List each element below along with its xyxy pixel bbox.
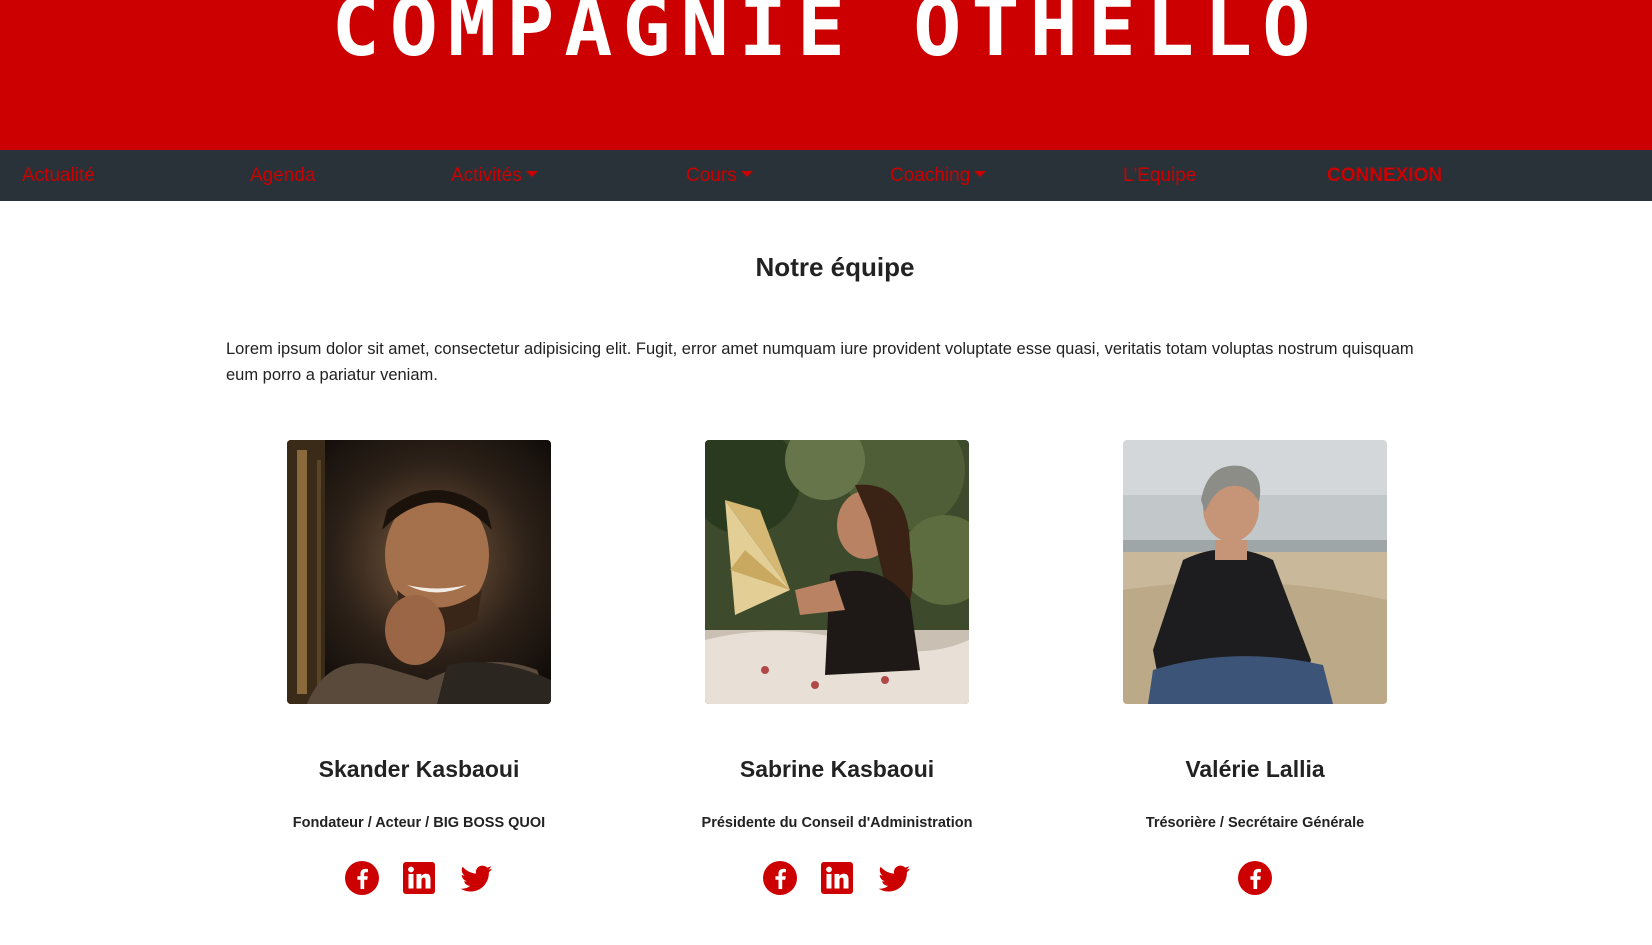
twitter-icon[interactable] [876, 860, 912, 896]
member-role: Fondateur / Acteur / BIG BOSS QUOI [292, 815, 546, 831]
member-name: Skander Kasbaoui [318, 756, 520, 782]
nav-item-label: Agenda [250, 165, 316, 186]
linkedin-icon[interactable] [819, 860, 855, 896]
site-title[interactable]: COMPAGNIE OTHELLO [0, 0, 1652, 78]
intro-paragraph: Lorem ipsum dolor sit amet, consectetur … [226, 340, 1414, 384]
member-role: Trésorière / Secrétaire Générale [1145, 815, 1365, 831]
member-photo [287, 440, 551, 704]
nav-item-label: Coaching [890, 165, 971, 186]
caret-down-icon [974, 170, 987, 177]
member-name: Sabrine Kasbaoui [739, 756, 935, 782]
facebook-icon[interactable] [1237, 860, 1273, 896]
nav-item-label: Activités [451, 165, 522, 186]
twitter-icon[interactable] [458, 860, 494, 896]
nav-item-coaching[interactable]: Coaching [890, 150, 987, 201]
social-links [247, 860, 591, 896]
nav-item-label: L'Equipe [1123, 165, 1197, 186]
team-member-card: Sabrine Kasbaoui Présidente du Conseil d… [702, 440, 972, 895]
linkedin-icon[interactable] [401, 860, 437, 896]
caret-down-icon [740, 170, 753, 177]
nav-item-label: Cours [686, 165, 737, 186]
nav-item-agenda[interactable]: Agenda [250, 150, 316, 201]
nav-item-equipe[interactable]: L'Equipe [1123, 150, 1196, 201]
nav-item-cours[interactable]: Cours [686, 150, 753, 201]
page-title: Notre équipe [755, 252, 915, 282]
social-links [665, 860, 1009, 896]
member-photo [705, 440, 969, 704]
social-links [1083, 860, 1427, 896]
member-name: Valérie Lallia [1185, 756, 1325, 782]
team-member-card: Skander Kasbaoui Fondateur / Acteur / BI… [287, 440, 551, 895]
nav-item-actualite[interactable]: Actualité [22, 150, 95, 201]
facebook-icon[interactable] [762, 860, 798, 896]
site-header: COMPAGNIE OTHELLO [0, 0, 1652, 150]
main-navbar: Actualité Agenda Activités Cours Coachin… [0, 150, 1652, 201]
caret-down-icon [525, 170, 538, 177]
nav-item-connexion[interactable]: CONNEXION [1327, 150, 1442, 201]
nav-item-label: Actualité [22, 165, 95, 186]
facebook-icon[interactable] [344, 860, 380, 896]
team-member-card: Valérie Lallia Trésorière / Secrétaire G… [1123, 440, 1387, 895]
nav-item-activites[interactable]: Activités [451, 150, 538, 201]
member-photo [1123, 440, 1387, 704]
nav-item-label: CONNEXION [1327, 165, 1443, 186]
member-role: Présidente du Conseil d'Administration [701, 815, 973, 831]
